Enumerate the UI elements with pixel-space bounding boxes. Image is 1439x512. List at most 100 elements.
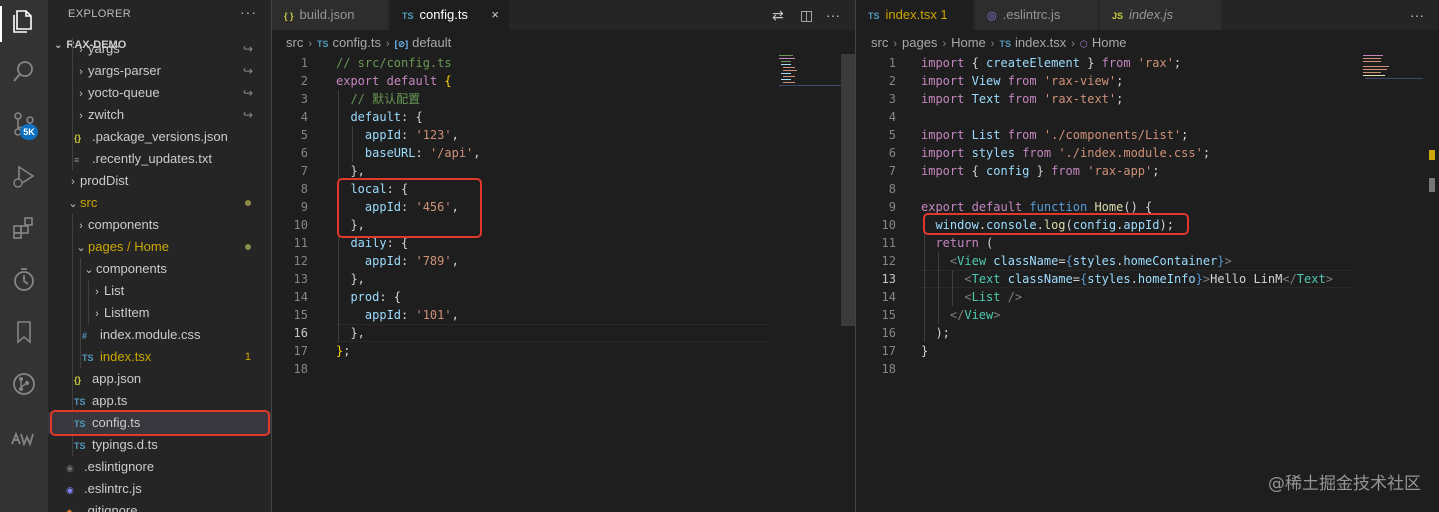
- tab-build-json[interactable]: { } build.json: [272, 0, 389, 30]
- chevron-right-icon: ›: [79, 220, 83, 232]
- line-number: 8: [300, 182, 308, 196]
- chevron-down-icon: ⌄: [76, 242, 86, 254]
- more-actions-icon[interactable]: ···: [826, 0, 840, 30]
- minimap-line: [1363, 72, 1381, 73]
- tab-eslintrc[interactable]: ◎ .eslintrc.js: [975, 0, 1099, 30]
- typescript-icon: TS: [999, 39, 1011, 49]
- minimap[interactable]: [777, 54, 841, 94]
- tab-index-js[interactable]: JS index.js: [1100, 0, 1222, 30]
- code-line: import { config } from 'rax-app';: [921, 164, 1160, 178]
- tree-item[interactable]: › yargs-parser ↪: [48, 60, 271, 82]
- tree-item[interactable]: TS typings.d.ts: [48, 434, 271, 456]
- minimap-line: [781, 73, 791, 74]
- tree-item-label: components: [88, 217, 159, 232]
- extensions-icon[interactable]: [10, 214, 38, 242]
- tree-item[interactable]: ◉ .eslintrc.js: [48, 478, 271, 500]
- minimap[interactable]: [1361, 54, 1425, 84]
- tree-item-label: yocto-queue: [88, 85, 160, 100]
- tree-item[interactable]: › components: [48, 214, 271, 236]
- breadcrumb-item[interactable]: config.ts: [333, 35, 381, 50]
- tree-item[interactable]: ◆ .gitignore: [48, 500, 271, 512]
- code-line: default: {: [350, 110, 423, 124]
- code-line: // src/config.ts: [336, 56, 452, 70]
- indent-guide: [72, 346, 73, 368]
- line-number: 4: [300, 110, 308, 124]
- aw-icon[interactable]: [10, 424, 38, 452]
- tree-item[interactable]: TS index.tsx 1: [48, 346, 271, 368]
- tab-index-tsx[interactable]: TS index.tsx 1: [856, 0, 974, 30]
- code-line: export default {: [336, 74, 452, 88]
- tree-item[interactable]: › yocto-queue ↪: [48, 82, 271, 104]
- tree-item[interactable]: › yargs ↪: [48, 38, 271, 60]
- json-icon: {}: [74, 375, 82, 385]
- tree-item-label: .eslintignore: [84, 459, 155, 474]
- line-number: 2: [300, 74, 308, 88]
- tree-item[interactable]: # index.module.css: [48, 324, 271, 346]
- tree-item-label: List: [104, 283, 125, 298]
- explorer-title: EXPLORER: [68, 8, 132, 20]
- tree-item[interactable]: ⌄ src: [48, 192, 271, 214]
- chevron-right-icon: ›: [385, 38, 390, 50]
- tree-item[interactable]: ⌄ pages / Home: [48, 236, 271, 258]
- tree-item[interactable]: {} .package_versions.json: [48, 126, 271, 148]
- json-icon: {}: [74, 133, 82, 143]
- line-number: 5: [888, 128, 896, 142]
- scrollbar[interactable]: [841, 54, 855, 326]
- tree-item-label: prodDist: [80, 173, 129, 188]
- breadcrumb-item[interactable]: Home: [951, 35, 986, 50]
- tree-item[interactable]: ≡ .recently_updates.txt: [48, 148, 271, 170]
- close-icon[interactable]: ×: [491, 0, 499, 30]
- files-icon[interactable]: [10, 8, 38, 36]
- explorer-sidebar: EXPLORER ··· ⌄ RAX-DEMO › yargs ↪ › yargs-par…: [48, 0, 271, 512]
- code-line: },: [336, 272, 365, 286]
- indent-guide: [72, 302, 73, 324]
- line-number: 7: [888, 164, 896, 178]
- breadcrumb-item[interactable]: default: [412, 35, 451, 50]
- watermark: @稀土掘金技术社区: [1268, 474, 1421, 494]
- tree-item[interactable]: › zwitch ↪: [48, 104, 271, 126]
- breadcrumb-item[interactable]: src: [286, 35, 303, 50]
- line-number: 17: [293, 344, 308, 358]
- tree-item[interactable]: › ListItem: [48, 302, 271, 324]
- breadcrumb-item[interactable]: Home: [1092, 35, 1127, 50]
- tree-item-label: .eslintrc.js: [84, 481, 142, 496]
- breadcrumb-item[interactable]: src: [871, 35, 888, 50]
- tree-item[interactable]: › prodDist: [48, 170, 271, 192]
- code-line: appId: '101',: [364, 308, 459, 322]
- indent-guide: [80, 302, 81, 324]
- breadcrumb-item[interactable]: pages: [902, 35, 937, 50]
- breadcrumb-item[interactable]: index.tsx: [1015, 35, 1066, 50]
- git-graph-icon[interactable]: [10, 370, 38, 398]
- text-file-icon: ≡: [74, 155, 80, 165]
- tab-config-ts[interactable]: TS config.ts ×: [390, 0, 510, 30]
- run-debug-icon[interactable]: [10, 162, 38, 190]
- split-editor-icon[interactable]: ◫: [800, 0, 813, 30]
- chevron-right-icon: ›: [79, 44, 83, 56]
- bookmark-icon[interactable]: [10, 318, 38, 346]
- minimap-line: [1363, 61, 1381, 62]
- code-line: </View>: [949, 308, 1001, 322]
- eslint-icon: ◉: [66, 485, 74, 495]
- indent-guide: [72, 148, 73, 170]
- symlink-icon: ↪: [242, 42, 253, 56]
- minimap-line: [1363, 75, 1385, 76]
- more-actions-icon[interactable]: ···: [1410, 0, 1424, 30]
- search-icon[interactable]: [10, 58, 38, 86]
- minimap-line: [781, 61, 791, 62]
- chevron-right-icon: ›: [79, 110, 83, 122]
- tree-item[interactable]: {} app.json: [48, 368, 271, 390]
- compare-changes-icon[interactable]: ⇄: [772, 0, 784, 30]
- tree-item[interactable]: TS app.ts: [48, 390, 271, 412]
- tree-item-label: typings.d.ts: [92, 437, 158, 452]
- tree-item-label: yargs: [88, 41, 120, 56]
- indent-guide: [72, 258, 73, 280]
- symlink-icon: ↪: [242, 86, 253, 100]
- tree-item[interactable]: ◉ .eslintignore: [48, 456, 271, 478]
- function-icon: ⬡: [1079, 39, 1088, 49]
- tree-item[interactable]: › List: [48, 280, 271, 302]
- timeline-icon[interactable]: [10, 266, 38, 294]
- tree-item[interactable]: ⌄ components: [48, 258, 271, 280]
- chevron-down-icon: ⌄: [68, 198, 78, 210]
- line-number: 1: [300, 56, 308, 70]
- more-actions-icon[interactable]: ···: [240, 4, 257, 20]
